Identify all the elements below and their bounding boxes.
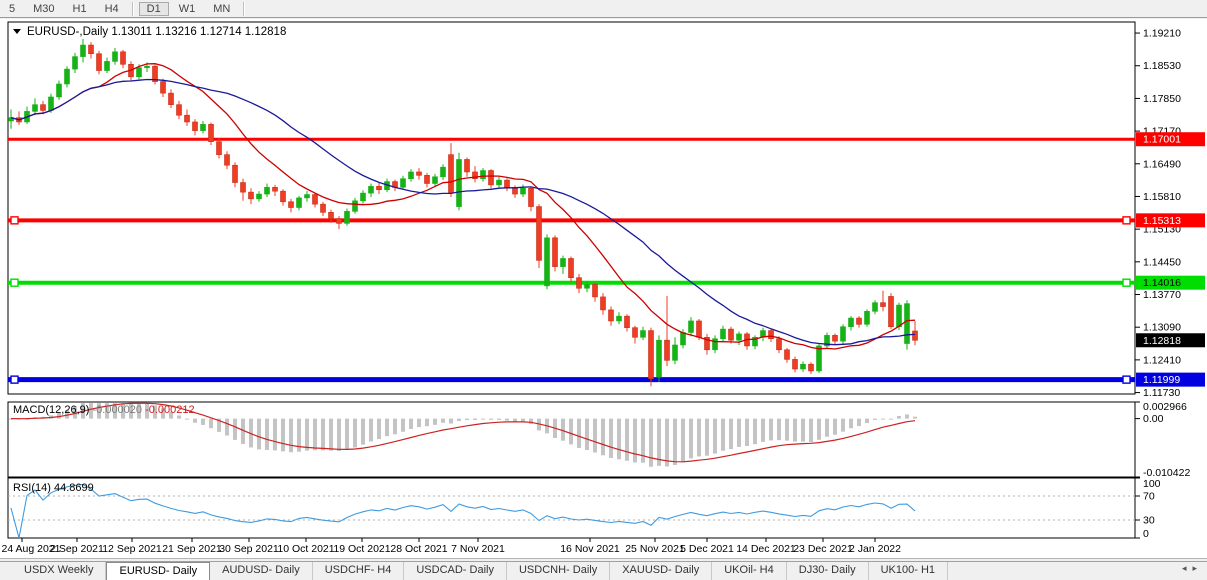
svg-text:14 Dec 2021: 14 Dec 2021 <box>736 543 796 555</box>
svg-text:1.12818: 1.12818 <box>1143 335 1181 347</box>
svg-text:1.13770: 1.13770 <box>1143 289 1181 301</box>
timeframe-button-m30[interactable]: M30 <box>25 2 62 16</box>
timeframe-button-h4[interactable]: H4 <box>97 2 127 16</box>
svg-text:1.17001: 1.17001 <box>1143 134 1181 146</box>
chart-tab-usdchf-h4[interactable]: USDCHF- H4 <box>313 562 405 580</box>
chart-tab-ukoil-h4[interactable]: UKOil- H4 <box>712 562 787 580</box>
svg-text:1.18530: 1.18530 <box>1143 60 1181 72</box>
svg-text:1.12410: 1.12410 <box>1143 354 1181 366</box>
svg-text:1.15313: 1.15313 <box>1143 215 1181 227</box>
svg-text:2 Jan 2022: 2 Jan 2022 <box>849 543 901 555</box>
svg-text:0: 0 <box>1143 528 1149 540</box>
level-price-badge: 1.14016 <box>1136 276 1205 290</box>
chart-tab-usdx-weekly[interactable]: USDX Weekly <box>12 562 106 580</box>
price-chart-svg: 1.192101.185301.178501.171701.164901.158… <box>0 0 1207 580</box>
svg-text:1.13090: 1.13090 <box>1143 322 1181 334</box>
svg-text:16 Nov 2021: 16 Nov 2021 <box>560 543 620 555</box>
chart-tab-usdcnh-daily[interactable]: USDCNH- Daily <box>507 562 610 580</box>
level-price-badge: 1.11999 <box>1136 373 1205 387</box>
svg-text:1.16490: 1.16490 <box>1143 158 1181 170</box>
svg-text:100: 100 <box>1143 478 1161 490</box>
svg-text:1.19210: 1.19210 <box>1143 28 1181 40</box>
svg-text:19 Oct 2021: 19 Oct 2021 <box>333 543 390 555</box>
svg-text:0.00: 0.00 <box>1143 413 1164 425</box>
rsi-panel <box>8 478 1135 538</box>
svg-text:30: 30 <box>1143 515 1155 527</box>
timeframe-button-mn[interactable]: MN <box>205 2 238 16</box>
chart-tab-bar: USDX WeeklyEURUSD- DailyAUDUSD- DailyUSD… <box>0 561 1207 580</box>
svg-text:1.14016: 1.14016 <box>1143 277 1181 289</box>
timeframe-toolbar: 5M30H1H4 D1W1MN <box>0 0 1207 18</box>
main-price-panel <box>8 22 1135 394</box>
svg-text:1.11999: 1.11999 <box>1143 374 1180 386</box>
chart-tab-audusd-daily[interactable]: AUDUSD- Daily <box>210 562 313 580</box>
svg-text:1.17850: 1.17850 <box>1143 93 1181 105</box>
toolbar-separator <box>243 2 245 16</box>
chart-title: EURUSD-,Daily 1.13011 1.13216 1.12714 1.… <box>13 26 286 38</box>
svg-text:7 Nov 2021: 7 Nov 2021 <box>451 543 505 555</box>
macd-label: MACD(12,26,9) -0.000020 -0.000212 <box>13 404 195 416</box>
chart-tab-xauusd-daily[interactable]: XAUUSD- Daily <box>610 562 712 580</box>
tab-scroll-right-icon[interactable]: ▸ <box>1192 563 1203 573</box>
svg-text:28 Oct 2021: 28 Oct 2021 <box>390 543 447 555</box>
chart-tab-uk100-h1[interactable]: UK100- H1 <box>869 562 948 580</box>
svg-text:5 Dec 2021: 5 Dec 2021 <box>680 543 734 555</box>
svg-text:23 Dec 2021: 23 Dec 2021 <box>793 543 853 555</box>
chart-tab-dj30-daily[interactable]: DJ30- Daily <box>787 562 869 580</box>
current-price-badge: 1.12818 <box>1136 333 1205 347</box>
timeframe-button-w1[interactable]: W1 <box>171 2 204 16</box>
svg-text:2 Sep 2021: 2 Sep 2021 <box>50 543 104 555</box>
timeframe-button-h1[interactable]: H1 <box>65 2 95 16</box>
svg-text:EURUSD-,Daily 1.13011 1.13216: EURUSD-,Daily 1.13011 1.13216 1.12714 1.… <box>27 26 286 38</box>
svg-text:1.14450: 1.14450 <box>1143 256 1181 268</box>
svg-text:21 Sep 2021: 21 Sep 2021 <box>162 543 222 555</box>
mt4-terminal: 5M30H1H4 D1W1MN 1.19210 1.18530 1.17850 1.17… <box>0 0 1207 580</box>
svg-text:70: 70 <box>1143 491 1155 503</box>
svg-text:30 Sep 2021: 30 Sep 2021 <box>219 543 279 555</box>
svg-text:1.15810: 1.15810 <box>1143 191 1181 203</box>
chart-tab-eurusd-daily[interactable]: EURUSD- Daily <box>106 562 210 580</box>
svg-text:0.002966: 0.002966 <box>1143 401 1187 413</box>
timeframe-button-d1[interactable]: D1 <box>139 2 169 16</box>
level-price-badge: 1.15313 <box>1136 213 1205 227</box>
svg-text:25 Nov 2021: 25 Nov 2021 <box>625 543 685 555</box>
chart-tab-usdcad-daily[interactable]: USDCAD- Daily <box>404 562 507 580</box>
toolbar-separator <box>132 2 134 16</box>
svg-text:12 Sep 2021: 12 Sep 2021 <box>102 543 162 555</box>
timeframe-button-5[interactable]: 5 <box>1 2 23 16</box>
svg-text:10 Oct 2021: 10 Oct 2021 <box>277 543 334 555</box>
level-price-badge: 1.17001 <box>1136 132 1205 146</box>
rsi-label: RSI(14) 44.8699 <box>13 482 94 494</box>
tab-scroll-arrows: ◂▸ <box>1182 563 1203 574</box>
tab-scroll-left-icon[interactable]: ◂ <box>1182 563 1193 573</box>
svg-text:1.11730: 1.11730 <box>1143 387 1180 399</box>
